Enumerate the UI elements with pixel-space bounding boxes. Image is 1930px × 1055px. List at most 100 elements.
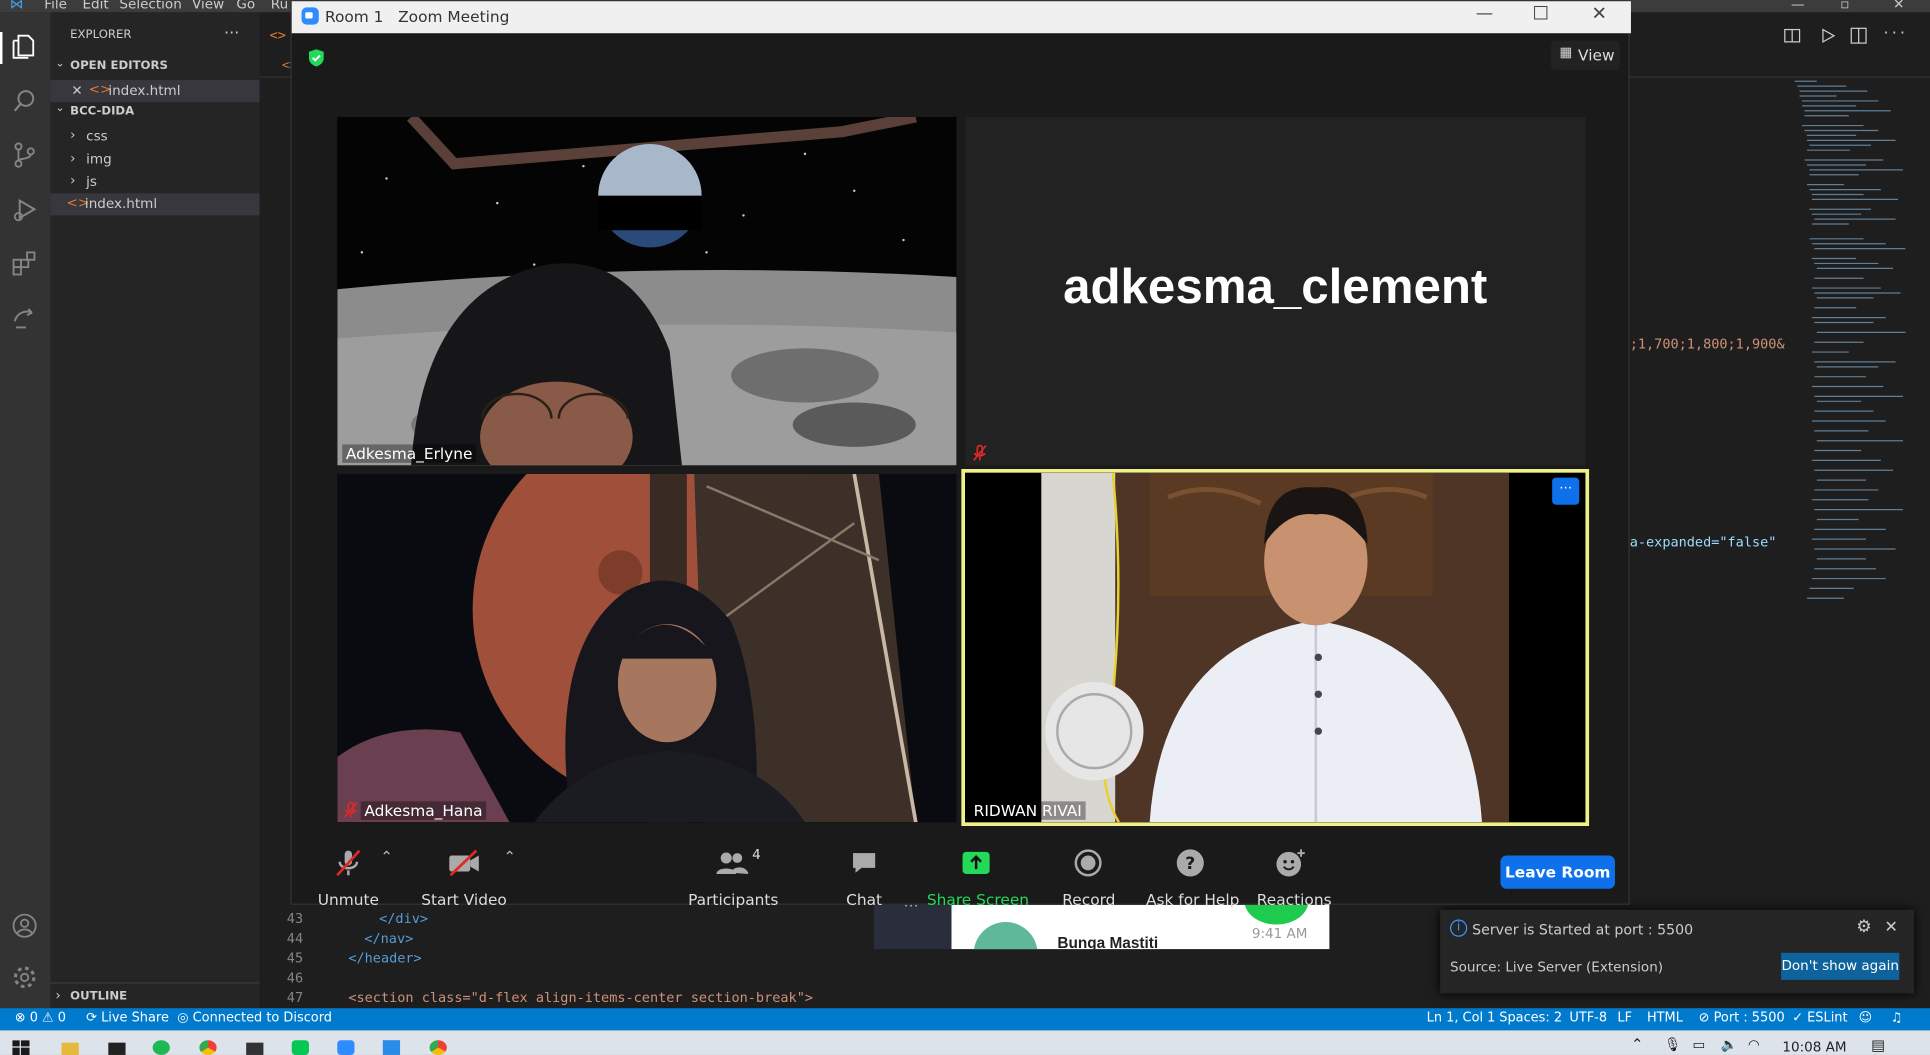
chat-popup[interactable]: Bunga Mastiti 9:41 AM xyxy=(951,904,1330,950)
close-icon[interactable]: ✕ xyxy=(1885,918,1898,936)
language-mode[interactable]: HTML xyxy=(1647,1011,1683,1026)
notifications-icon[interactable]: ▤ xyxy=(1871,1037,1885,1054)
settings-gear-icon[interactable]: ⚙ xyxy=(1856,917,1871,937)
more-actions-icon[interactable]: ··· xyxy=(1882,25,1906,41)
open-editor-filename: index.html xyxy=(108,82,181,99)
settings-gear-icon[interactable] xyxy=(10,963,40,993)
indentation[interactable]: Spaces: 2 xyxy=(1499,1011,1562,1026)
discord-status[interactable]: ◎ Connected to Discord xyxy=(177,1011,332,1026)
close-icon[interactable]: ✕ xyxy=(1893,0,1904,12)
windows-start-icon[interactable] xyxy=(12,1040,30,1055)
chevron-right-icon[interactable]: › xyxy=(55,987,60,1003)
spotify-icon[interactable] xyxy=(152,1040,170,1055)
chat-button[interactable]: Chat xyxy=(839,848,888,908)
tree-folder-img[interactable]: img xyxy=(86,151,112,167)
start-video-button[interactable]: Start Video xyxy=(417,848,511,908)
menu-selection[interactable]: Selection xyxy=(119,0,181,12)
eslint-status[interactable]: ✓ ESLint xyxy=(1792,1011,1847,1026)
leave-room-button[interactable]: Leave Room xyxy=(1500,855,1615,889)
chevron-up-icon[interactable]: ⌃ xyxy=(1631,1035,1643,1052)
maximize-icon[interactable]: ▫ xyxy=(1840,0,1849,12)
info-icon: i xyxy=(1450,919,1468,937)
app-icon[interactable] xyxy=(246,1042,264,1055)
account-icon[interactable] xyxy=(10,911,40,941)
extensions-icon[interactable] xyxy=(10,249,40,279)
open-preview-icon[interactable] xyxy=(1784,27,1801,44)
share-screen-button[interactable]: Share Screen xyxy=(927,848,1029,908)
minimize-icon[interactable]: — xyxy=(1791,0,1805,12)
chevron-right-icon[interactable]: › xyxy=(70,127,75,143)
dont-show-again-button[interactable]: Don't show again xyxy=(1781,952,1900,980)
live-share-status[interactable]: ⟳ Live Share xyxy=(86,1011,169,1026)
tree-folder-js[interactable]: js xyxy=(86,174,97,190)
run-icon[interactable] xyxy=(1819,27,1836,44)
battery-icon[interactable]: ▭ xyxy=(1692,1037,1705,1053)
view-label: View xyxy=(1578,45,1615,65)
maximize-icon[interactable]: ☐ xyxy=(1532,2,1549,24)
project-header[interactable]: BCC-DIDA xyxy=(70,105,134,119)
shield-icon[interactable] xyxy=(306,48,326,68)
source-control-icon[interactable] xyxy=(10,140,40,170)
chevron-right-icon[interactable]: › xyxy=(70,172,75,188)
open-editor-item[interactable]: ✕ <> index.html xyxy=(50,80,260,103)
search-icon[interactable] xyxy=(10,86,40,116)
chrome-icon[interactable] xyxy=(429,1040,447,1055)
tree-folder-css[interactable]: css xyxy=(86,128,108,144)
bell-icon[interactable]: ♫ xyxy=(1891,1011,1903,1026)
unmute-button[interactable]: Unmute xyxy=(309,848,388,908)
volume-icon[interactable]: 🔈 xyxy=(1721,1037,1738,1053)
tab-html-icon: <> xyxy=(269,27,286,44)
participants-button[interactable]: 4 Participants xyxy=(688,847,778,909)
tree-file-index[interactable]: <> index.html xyxy=(50,193,260,216)
explorer-icon[interactable] xyxy=(10,32,40,62)
menu-edit[interactable]: Edit xyxy=(82,0,108,12)
line-icon[interactable] xyxy=(291,1040,309,1055)
chrome-icon[interactable] xyxy=(199,1040,217,1055)
menu-view[interactable]: View xyxy=(192,0,224,12)
clock-time[interactable]: 10:08 AM xyxy=(1782,1039,1846,1055)
end-of-line[interactable]: LF xyxy=(1617,1011,1632,1026)
audio-options-chevron-icon[interactable]: ⌃ xyxy=(380,848,392,865)
minimize-icon[interactable]: — xyxy=(1476,4,1493,24)
file-explorer-icon[interactable] xyxy=(61,1042,79,1055)
menu-run[interactable]: Ru xyxy=(271,0,288,12)
editor-minimap[interactable] xyxy=(1782,76,1906,618)
ask-for-help-button[interactable]: ? Ask for Help xyxy=(1146,848,1239,908)
outline-header[interactable]: OUTLINE xyxy=(70,990,127,1004)
close-icon[interactable]: ✕ xyxy=(1592,2,1607,24)
microphone-icon[interactable]: 🎙 xyxy=(1664,1037,1681,1053)
cursor-position[interactable]: Ln 1, Col 1 xyxy=(1427,1011,1496,1026)
more-actions-icon[interactable]: ··· xyxy=(224,25,239,43)
avatar xyxy=(973,922,1038,950)
more-options-icon[interactable]: ··· xyxy=(1552,477,1580,505)
run-debug-icon[interactable] xyxy=(10,194,40,224)
menu-file[interactable]: File xyxy=(44,0,67,12)
view-button[interactable]: ▦ View xyxy=(1550,40,1620,71)
video-tile-clement[interactable]: adkesma_clement xyxy=(965,116,1586,466)
menu-go[interactable]: Go xyxy=(236,0,255,12)
open-editors-header[interactable]: OPEN EDITORS xyxy=(70,59,168,73)
video-tile-erlyne[interactable]: Adkesma_Erlyne xyxy=(337,116,957,466)
live-share-icon[interactable] xyxy=(10,303,40,333)
video-tile-ridwan[interactable]: ··· RIDWAN RIVAI xyxy=(961,469,1590,827)
notification-source: Source: Live Server (Extension) xyxy=(1450,958,1664,975)
participant-name: Adkesma_Hana xyxy=(360,801,487,820)
terminal-icon[interactable] xyxy=(108,1042,126,1055)
feedback-icon[interactable]: ☺ xyxy=(1859,1011,1872,1026)
wifi-icon[interactable]: ◠ xyxy=(1748,1037,1760,1053)
zoom-app-icon[interactable] xyxy=(337,1040,355,1055)
chevron-down-icon[interactable]: ⌄ xyxy=(55,102,64,114)
reactions-button[interactable]: Reactions xyxy=(1257,848,1332,908)
video-tile-hana[interactable]: Adkesma_Hana xyxy=(337,473,957,823)
close-icon[interactable]: ✕ xyxy=(71,82,82,98)
video-options-chevron-icon[interactable]: ⌃ xyxy=(503,848,515,865)
record-button[interactable]: Record xyxy=(1062,848,1115,908)
vscode-app-icon[interactable] xyxy=(382,1040,401,1055)
problems-status[interactable]: ⊗ 0 ⚠ 0 xyxy=(15,1011,66,1026)
encoding[interactable]: UTF-8 xyxy=(1569,1011,1607,1026)
chevron-right-icon[interactable]: › xyxy=(70,150,75,166)
split-editor-icon[interactable] xyxy=(1850,27,1867,44)
chevron-down-icon[interactable]: ⌄ xyxy=(55,58,64,70)
live-server-port[interactable]: ⊘ Port : 5500 xyxy=(1699,1011,1785,1026)
window-title: Room 1 Zoom Meeting xyxy=(324,7,510,26)
